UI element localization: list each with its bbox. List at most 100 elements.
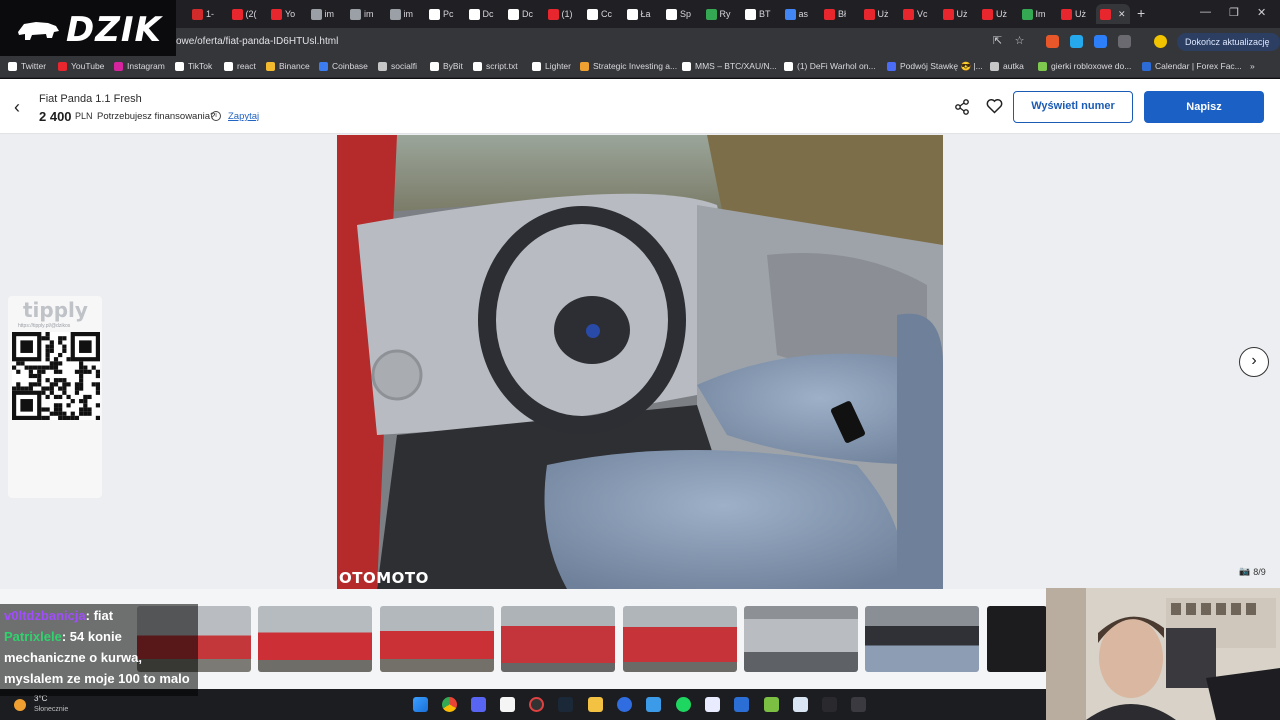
bookmark-item[interactable]: Calendar | Forex Fac... xyxy=(1142,61,1242,71)
browser-tab[interactable]: Uż xyxy=(939,4,977,24)
profile-avatar[interactable] xyxy=(1154,35,1167,48)
app-icon[interactable] xyxy=(705,697,720,712)
tab-label: Uż xyxy=(996,9,1007,19)
tab-close-icon[interactable]: ✕ xyxy=(1118,9,1126,20)
tab-label: Sp xyxy=(680,9,692,19)
extension-icon[interactable] xyxy=(1094,35,1107,48)
terminal-icon[interactable] xyxy=(851,697,866,712)
tipply-title: tipply xyxy=(23,298,88,322)
extension-icon[interactable] xyxy=(1046,35,1059,48)
update-button[interactable]: Dokończ aktualizację ⋮ xyxy=(1177,33,1280,65)
spotify-icon[interactable] xyxy=(676,697,691,712)
thumbnail[interactable] xyxy=(258,606,372,672)
tab-label: Uż xyxy=(877,9,889,19)
browser-tab[interactable]: (2( xyxy=(228,4,266,24)
thumbnail[interactable] xyxy=(623,606,737,672)
app-icon[interactable] xyxy=(500,697,515,712)
browser-tab[interactable]: im xyxy=(307,4,345,24)
bookmark-icon xyxy=(473,61,482,71)
browser-tab[interactable]: Pc xyxy=(425,4,463,24)
financing-question: Potrzebujesz finansowania? xyxy=(97,111,216,122)
bookmark-item[interactable]: Strategic Investing a... xyxy=(580,61,677,71)
bookmark-item[interactable]: (1) DeFi Warhol on... xyxy=(784,61,876,71)
browser-tab[interactable]: Ła xyxy=(623,4,661,24)
bookmark-item[interactable]: Coinbase xyxy=(319,61,368,71)
notepad-icon[interactable] xyxy=(793,697,808,712)
bookmark-item[interactable]: autka xyxy=(990,61,1024,71)
favorite-heart-icon[interactable] xyxy=(986,98,1003,114)
info-icon[interactable]: i xyxy=(211,111,221,121)
thumbnail[interactable] xyxy=(380,606,494,672)
next-photo-button[interactable]: › xyxy=(1239,347,1269,377)
browser-tab[interactable]: Uż xyxy=(978,4,1016,24)
bookmark-item[interactable]: Lighter xyxy=(532,61,571,71)
thumbnail[interactable] xyxy=(865,606,979,672)
url-field[interactable]: owe/oferta/fiat-panda-ID6HTUsl.html xyxy=(176,36,338,47)
bookmark-item[interactable]: Twitter xyxy=(8,61,46,71)
close-window-icon[interactable]: ✕ xyxy=(1257,6,1266,19)
active-browser-tab[interactable]: ✕ xyxy=(1096,4,1130,24)
browser-tab[interactable]: Yo xyxy=(267,4,305,24)
bookmark-icon xyxy=(224,61,233,71)
show-number-button[interactable]: Wyświetl numer xyxy=(1013,91,1133,123)
discord-icon[interactable] xyxy=(471,697,486,712)
ask-financing-link[interactable]: Zapytaj xyxy=(228,111,259,122)
browser-tab[interactable]: BT xyxy=(741,4,779,24)
browser-tab[interactable]: Cc xyxy=(583,4,621,24)
bookmark-item[interactable]: Instagram xyxy=(114,61,165,71)
tab-label: Ry xyxy=(719,9,731,19)
bookmark-item[interactable]: script.txt xyxy=(473,61,518,71)
write-message-button[interactable]: Napisz xyxy=(1144,91,1264,123)
app-icon[interactable] xyxy=(764,697,779,712)
tab-favicon-icon xyxy=(310,8,322,20)
browser-tab[interactable]: Uż xyxy=(1057,4,1095,24)
tab-label: 1- xyxy=(206,9,215,19)
browser-tab[interactable]: Vc xyxy=(899,4,937,24)
bookmark-item[interactable]: ByBit xyxy=(430,61,463,71)
app-icon[interactable] xyxy=(529,697,544,712)
browser-tab[interactable]: Dc xyxy=(465,4,503,24)
thumbnail[interactable] xyxy=(987,606,1047,672)
extension-icon[interactable] xyxy=(1070,35,1083,48)
browser-tab[interactable]: 1- xyxy=(188,4,226,24)
thumbnail[interactable] xyxy=(744,606,858,672)
thumbnail[interactable] xyxy=(501,606,615,672)
browser-tab[interactable]: Ry xyxy=(702,4,740,24)
windows-start-icon[interactable] xyxy=(413,697,428,712)
browser-tab[interactable]: Bł xyxy=(820,4,858,24)
file-explorer-icon[interactable] xyxy=(588,697,603,712)
app-icon[interactable] xyxy=(822,697,837,712)
browser-tab[interactable]: as xyxy=(781,4,819,24)
bookmark-item[interactable]: MMS – BTC/XAU/N... xyxy=(682,61,777,71)
bookmark-item[interactable]: react xyxy=(224,61,256,71)
minimize-icon[interactable]: — xyxy=(1200,6,1211,18)
bookmark-item[interactable]: Podwój Stawkę 😎 |... xyxy=(887,61,983,72)
chrome-icon[interactable] xyxy=(442,697,457,712)
browser-tab[interactable]: Dc xyxy=(504,4,542,24)
extensions-puzzle-icon[interactable] xyxy=(1118,35,1131,48)
more-bookmarks-icon[interactable]: » xyxy=(1250,61,1255,71)
bookmark-star-icon[interactable]: ☆ xyxy=(1013,35,1026,48)
app-icon[interactable] xyxy=(734,697,749,712)
install-app-icon[interactable]: ⇱ xyxy=(991,35,1004,48)
browser-tab[interactable]: Sp xyxy=(662,4,700,24)
car-interior-photo[interactable]: OTOMOTO xyxy=(337,135,943,589)
restore-icon[interactable]: ❐ xyxy=(1229,6,1239,19)
steam-icon[interactable] xyxy=(558,697,573,712)
app-icon[interactable] xyxy=(617,697,632,712)
browser-tab[interactable]: im xyxy=(386,4,424,24)
browser-tab[interactable]: Uż xyxy=(860,4,898,24)
bookmark-item[interactable]: TikTok xyxy=(175,61,212,71)
new-tab-button[interactable]: + xyxy=(1137,5,1145,21)
browser-tab[interactable]: (1) xyxy=(544,4,582,24)
bookmark-label: ByBit xyxy=(443,61,463,71)
bookmark-item[interactable]: Binance xyxy=(266,61,310,71)
bookmark-item[interactable]: socialfi xyxy=(378,61,417,71)
browser-tab[interactable]: Im xyxy=(1018,4,1056,24)
back-arrow-icon[interactable]: ‹ xyxy=(14,98,20,116)
bookmark-item[interactable]: YouTube xyxy=(58,61,104,71)
browser-tab[interactable]: im xyxy=(346,4,384,24)
bookmark-item[interactable]: gierki robloxowe do... xyxy=(1038,61,1131,71)
share-icon[interactable] xyxy=(954,99,970,115)
app-icon[interactable] xyxy=(646,697,661,712)
